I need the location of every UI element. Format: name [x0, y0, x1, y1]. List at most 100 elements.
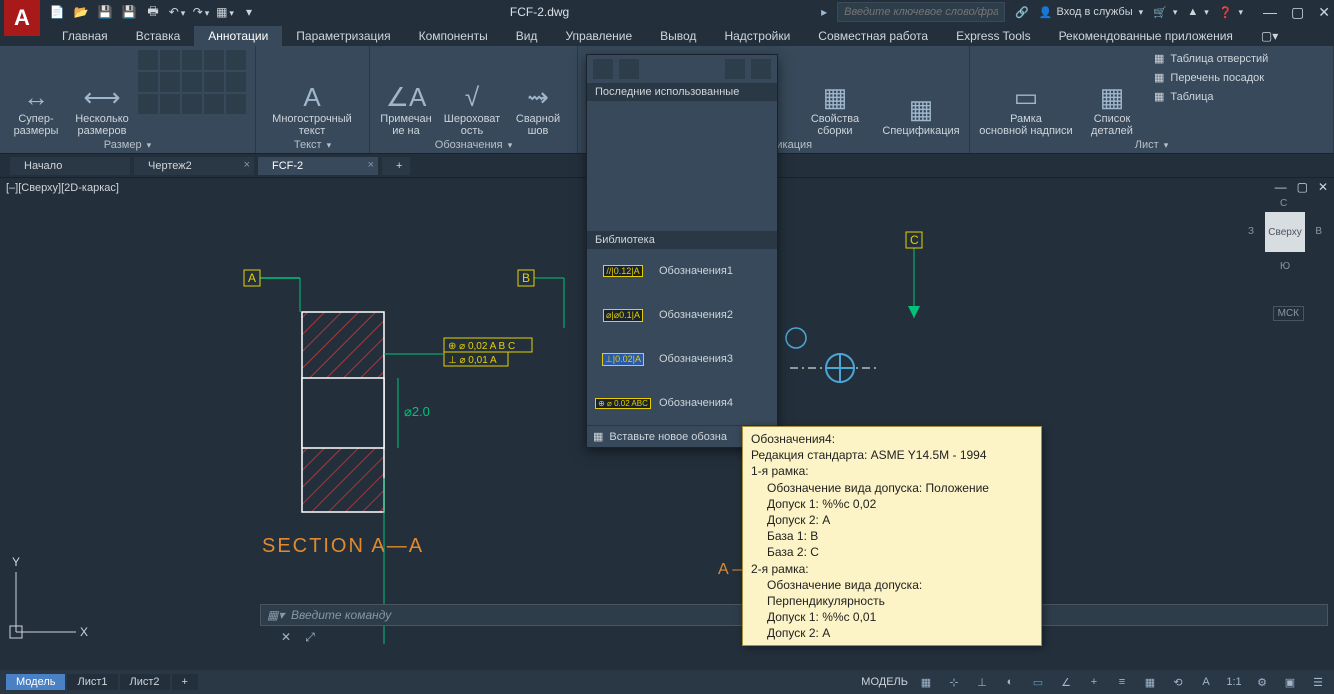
- close-icon[interactable]: ✕: [1318, 4, 1330, 21]
- tab-collab[interactable]: Совместная работа: [804, 26, 942, 46]
- customize-icon[interactable]: ☰: [1308, 673, 1328, 691]
- polar-icon[interactable]: ◐: [1000, 673, 1020, 691]
- app-icon[interactable]: A: [4, 0, 40, 36]
- qat-new-icon[interactable]: 📄: [48, 3, 66, 21]
- anno-icon[interactable]: A: [1196, 673, 1216, 691]
- gallery-btn-1[interactable]: [593, 59, 613, 79]
- minimize-icon[interactable]: —: [1263, 4, 1277, 21]
- gear-icon[interactable]: ⚙: [1252, 673, 1272, 691]
- tab-overflow-icon[interactable]: ▢▾: [1247, 26, 1292, 46]
- sign-in[interactable]: 👤 Вход в службы: [1039, 6, 1143, 19]
- qat-saveas-icon[interactable]: 💾: [120, 3, 138, 21]
- layout-sheet2[interactable]: Лист2: [120, 674, 170, 690]
- svg-text:⊥ ⌀ 0,01 A: ⊥ ⌀ 0,01 A: [448, 355, 497, 366]
- svg-text:⊕ ⌀ 0,02 A B C: ⊕ ⌀ 0,02 A B C: [448, 341, 515, 352]
- gallery-item-2[interactable]: ⌀|⌀0.1|AОбозначения2: [587, 293, 777, 337]
- svg-text:C: C: [910, 233, 919, 247]
- iso-icon[interactable]: ▣: [1280, 673, 1300, 691]
- layout-model[interactable]: Модель: [6, 674, 65, 690]
- dim-minigrid: [138, 50, 246, 137]
- collab-icon[interactable]: 🔗: [1015, 6, 1029, 19]
- cmd-close-icon[interactable]: ✕: [276, 628, 296, 646]
- tab-view[interactable]: Вид: [502, 26, 552, 46]
- status-bar: Модель Лист1 Лист2 + МОДЕЛЬ ▦ ⊹ ⊥ ◐ ▭ ∠ …: [0, 670, 1334, 694]
- gallery-item-4[interactable]: ⊕ ⌀ 0.02 ABCОбозначения4: [587, 381, 777, 425]
- osnap-icon[interactable]: ▭: [1028, 673, 1048, 691]
- doctab-drawing2[interactable]: Чертеж2×: [134, 157, 254, 175]
- super-dim-button[interactable]: ↔Супер- размеры: [6, 50, 66, 137]
- app-exchange-icon[interactable]: ▲: [1187, 6, 1208, 18]
- help-icon[interactable]: ❓: [1219, 6, 1243, 19]
- gallery-btn-3[interactable]: [725, 59, 745, 79]
- status-model-label[interactable]: МОДЕЛЬ: [861, 676, 908, 688]
- otrack-icon[interactable]: ∠: [1056, 673, 1076, 691]
- close-tab-icon[interactable]: ×: [368, 159, 374, 171]
- partslist-button[interactable]: ▦Список деталей: [1082, 50, 1142, 137]
- doctab-fcf2[interactable]: FCF-2×: [258, 157, 378, 175]
- partslist-icon: ▦: [1100, 81, 1125, 113]
- multi-dim-button[interactable]: ⟷Несколько размеров: [72, 50, 132, 137]
- tab-components[interactable]: Компоненты: [405, 26, 502, 46]
- snap-icon[interactable]: ⊹: [944, 673, 964, 691]
- dim-tool-button[interactable]: [138, 50, 158, 70]
- tab-annotate[interactable]: Аннотации: [194, 26, 282, 46]
- cart-icon[interactable]: 🛒: [1153, 6, 1177, 19]
- qat-save-icon[interactable]: 💾: [96, 3, 114, 21]
- svg-text:A: A: [248, 271, 256, 285]
- tab-express[interactable]: Express Tools: [942, 26, 1044, 46]
- doctab-start[interactable]: Начало: [10, 157, 130, 175]
- asm-props-button[interactable]: ▦Свойства сборки: [805, 50, 865, 137]
- qat-undo-icon[interactable]: ↶: [168, 3, 186, 21]
- qat-print-icon[interactable]: 🖶: [144, 3, 162, 21]
- note-icon: ∠A: [386, 81, 427, 113]
- mtext-button[interactable]: AМногострочный текст: [262, 50, 362, 137]
- layout-tabs: Модель Лист1 Лист2 +: [6, 674, 198, 690]
- svg-text:SECTION A—A: SECTION A—A: [262, 535, 424, 557]
- gallery-btn-2[interactable]: [619, 59, 639, 79]
- note-button[interactable]: ∠AПримечан ие на: [376, 50, 436, 137]
- tab-parametric[interactable]: Параметризация: [282, 26, 404, 46]
- holetable-button[interactable]: ▦ Таблица отверстий: [1148, 50, 1274, 67]
- doctab-add[interactable]: +: [382, 157, 410, 175]
- bom-button[interactable]: ▦Спецификация: [879, 50, 963, 137]
- qat-layerprop-icon[interactable]: ▦: [216, 3, 234, 21]
- titleblock-button[interactable]: ▭Рамка основной надписи: [976, 50, 1076, 137]
- roughness-button[interactable]: √Шероховат ость: [442, 50, 502, 137]
- tab-featured[interactable]: Рекомендованные приложения: [1045, 26, 1247, 46]
- qat-dropdown-icon[interactable]: ▾: [240, 3, 258, 21]
- gallery-btn-4[interactable]: [751, 59, 771, 79]
- bom-icon: ▦: [909, 93, 934, 125]
- table-icon: ▦: [823, 81, 848, 113]
- gallery-item-1[interactable]: //|0.12|AОбозначения1: [587, 249, 777, 293]
- tab-addins[interactable]: Надстройки: [710, 26, 804, 46]
- layout-sheet1[interactable]: Лист1: [67, 674, 117, 690]
- fittable-button[interactable]: ▦ Перечень посадок: [1148, 69, 1274, 86]
- tab-output[interactable]: Вывод: [646, 26, 710, 46]
- dyn-icon[interactable]: +: [1084, 673, 1104, 691]
- layout-add[interactable]: +: [172, 674, 198, 690]
- fcf-gallery: Последние использованные Библиотека //|0…: [586, 54, 778, 448]
- tab-insert[interactable]: Вставка: [122, 26, 195, 46]
- gallery-recent-head: Последние использованные: [587, 83, 777, 101]
- gallery-item-3[interactable]: ⊥|0.02|AОбозначения3: [587, 337, 777, 381]
- tab-home[interactable]: Главная: [48, 26, 122, 46]
- close-tab-icon[interactable]: ×: [244, 159, 250, 171]
- table-button[interactable]: ▦ Таблица: [1148, 88, 1274, 105]
- gallery-recent-area: [587, 101, 777, 231]
- cycle-icon[interactable]: ⟲: [1168, 673, 1188, 691]
- tab-manage[interactable]: Управление: [551, 26, 646, 46]
- svg-text:Y: Y: [12, 555, 20, 569]
- maximize-icon[interactable]: ▢: [1291, 4, 1304, 21]
- search-input[interactable]: [837, 2, 1005, 22]
- titleblock-icon: ▭: [1014, 81, 1039, 113]
- qat-redo-icon[interactable]: ↷: [192, 3, 210, 21]
- cmd-expand-icon[interactable]: ⤢: [300, 628, 320, 646]
- weld-icon: ⇝: [527, 81, 549, 113]
- grid-icon[interactable]: ▦: [916, 673, 936, 691]
- scale-icon[interactable]: 1:1: [1224, 673, 1244, 691]
- trans-icon[interactable]: ▦: [1140, 673, 1160, 691]
- qat-open-icon[interactable]: 📂: [72, 3, 90, 21]
- lwt-icon[interactable]: ≡: [1112, 673, 1132, 691]
- weld-button[interactable]: ⇝Сварной шов: [508, 50, 568, 137]
- ortho-icon[interactable]: ⊥: [972, 673, 992, 691]
